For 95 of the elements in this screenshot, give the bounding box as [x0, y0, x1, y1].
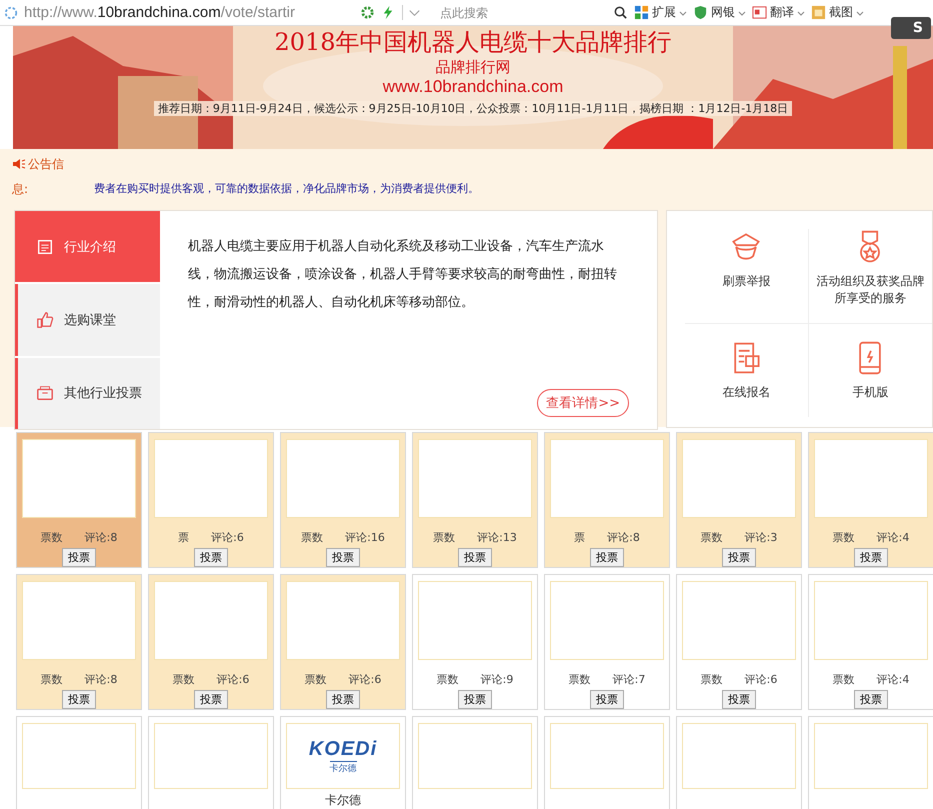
grid-icon: [634, 5, 649, 20]
votes-label: 票数: [832, 672, 855, 687]
vote-button[interactable]: 投票: [590, 548, 624, 567]
votes-label: 票数: [832, 530, 855, 545]
refresh-icon[interactable]: [360, 5, 375, 20]
brand-card[interactable]: KOEDi 卡尔德 卡尔德: [280, 716, 406, 809]
vote-button[interactable]: 投票: [854, 548, 888, 567]
document-icon: [36, 238, 54, 256]
brand-card[interactable]: 票数 评论:13 投票: [412, 432, 538, 568]
brand-card[interactable]: 票数 评论:7 投票: [544, 574, 670, 710]
vote-button[interactable]: 投票: [194, 548, 228, 567]
toolbar-button[interactable]: 翻译: [752, 4, 805, 21]
comment-count: 评论:7: [612, 672, 646, 687]
comment-count: 评论:8: [607, 530, 640, 545]
input-method-badge[interactable]: S: [891, 17, 931, 39]
site-name: 品牌排行网: [436, 58, 510, 77]
speaker-icon: [12, 158, 26, 170]
vote-button[interactable]: 投票: [62, 548, 96, 567]
service-link[interactable]: 活动组织及获奖品牌所享受的服务: [808, 229, 932, 324]
votes-label: 票: [178, 530, 190, 545]
notice-label: 息:: [12, 181, 30, 198]
comment-count: 评论:13: [477, 530, 517, 545]
comment-count: 评论:6: [348, 672, 382, 687]
caret-icon: [797, 8, 805, 16]
vote-button[interactable]: 投票: [326, 690, 360, 709]
comment-count: 评论:4: [876, 672, 910, 687]
caret-icon: [679, 8, 687, 16]
votes-label: 票数: [40, 672, 63, 687]
brand-card[interactable]: 票数 评论:9 投票: [412, 574, 538, 710]
caret-icon: [738, 8, 746, 16]
brand-card[interactable]: 票数 评论:6 投票: [280, 574, 406, 710]
brand-card[interactable]: 票数 评论:4 投票: [808, 432, 933, 568]
vote-button[interactable]: 投票: [194, 690, 228, 709]
notice-heading: 公告信: [28, 156, 64, 172]
service-link[interactable]: 手机版: [808, 324, 932, 417]
intro-text: 机器人电缆主要应用于机器人自动化系统及移动工业设备，汽车生产流水线，物流搬运设备，喷涂设备，机器人手臂等要求较高的耐弯曲性，耐扭转性，耐滑动性的机器人、自动化机床等移动部位。: [188, 238, 618, 312]
caret-icon: [856, 8, 864, 16]
comment-count: 评论:6: [211, 530, 244, 545]
brand-card[interactable]: 票数 评论:6 投票: [676, 574, 802, 710]
service-link[interactable]: 刷票举报: [685, 229, 808, 324]
banner-title: 2018年中国机器人电缆十大品牌排行: [274, 28, 672, 56]
brand-card[interactable]: 票数 评论:16 投票: [280, 432, 406, 568]
comment-count: 评论:3: [744, 530, 778, 545]
votes-label: 票: [574, 530, 586, 545]
address-field[interactable]: http://www.10brandchina.com/vote/startir: [24, 4, 354, 21]
votes-label: 票数: [304, 672, 327, 687]
category-tab[interactable]: 行业介绍: [15, 211, 160, 282]
comment-count: 评论:6: [216, 672, 250, 687]
comment-count: 评论:6: [744, 672, 778, 687]
details-button[interactable]: 查看详情>>: [537, 389, 629, 417]
comment-count: 评论:9: [480, 672, 514, 687]
brand-name: 卡尔德: [325, 792, 361, 809]
comment-count: 评论:4: [876, 530, 910, 545]
category-tab[interactable]: 选购课堂: [15, 284, 160, 356]
comment-count: 评论:8: [84, 530, 118, 545]
service-link[interactable]: 在线报名: [685, 324, 808, 417]
image-icon: [811, 5, 826, 20]
loading-icon: [4, 6, 18, 20]
vote-button[interactable]: 投票: [458, 548, 492, 567]
votes-label: 票数: [568, 672, 591, 687]
comment-count: 评论:8: [84, 672, 118, 687]
vote-button[interactable]: 投票: [854, 690, 888, 709]
votes-label: 票数: [433, 530, 456, 545]
votes-label: 票数: [301, 530, 324, 545]
brand-card[interactable]: 票数 评论:4 投票: [808, 574, 933, 710]
vote-button[interactable]: 投票: [458, 690, 492, 709]
brand-card[interactable]: 票数 评论:8 投票: [16, 574, 142, 710]
vote-button[interactable]: 投票: [722, 690, 756, 709]
brand-logo: KOEDi 卡尔德: [308, 738, 378, 774]
votes-label: 票数: [172, 672, 195, 687]
box-icon: [36, 384, 54, 402]
votes-label: 票数: [700, 530, 723, 545]
vote-button[interactable]: 投票: [590, 690, 624, 709]
schedule-text: 推荐日期：9月11日-9月24日，候选公示：9月25日-10月10日，公众投票：10月11日-1月11日，揭榜日期 ：1月12日-1月18日: [154, 101, 792, 116]
brand-card[interactable]: 票 评论:8 投票: [544, 432, 670, 568]
toolbar-button[interactable]: 扩展: [634, 4, 687, 21]
votes-label: 票数: [436, 672, 459, 687]
comment-count: 评论:16: [345, 530, 385, 545]
votes-label: 票数: [700, 672, 723, 687]
category-tab[interactable]: 其他行业投票: [15, 358, 160, 429]
toolbar-button[interactable]: 截图: [811, 4, 864, 21]
brand-card[interactable]: 票 评论:6 投票: [148, 432, 274, 568]
site-domain: www.10brandchina.com: [382, 77, 564, 97]
brand-card[interactable]: 票数 评论:3 投票: [676, 432, 802, 568]
dropdown-icon[interactable]: [402, 5, 422, 20]
search-icon[interactable]: [613, 5, 628, 20]
brand-card[interactable]: 票数 评论:8 投票: [16, 432, 142, 568]
vote-button[interactable]: 投票: [722, 548, 756, 567]
toolbar-button[interactable]: 网银: [693, 4, 746, 21]
thumbs-up-icon: [36, 310, 54, 329]
votes-label: 票数: [40, 530, 63, 545]
vote-button[interactable]: 投票: [62, 690, 96, 709]
brand-card[interactable]: 票数 评论:6 投票: [148, 574, 274, 710]
vote-button[interactable]: 投票: [326, 548, 360, 567]
notice-message: 费者在购买时提供客观，可靠的数据依据，净化品牌市场，为消费者提供便利。: [94, 181, 479, 197]
